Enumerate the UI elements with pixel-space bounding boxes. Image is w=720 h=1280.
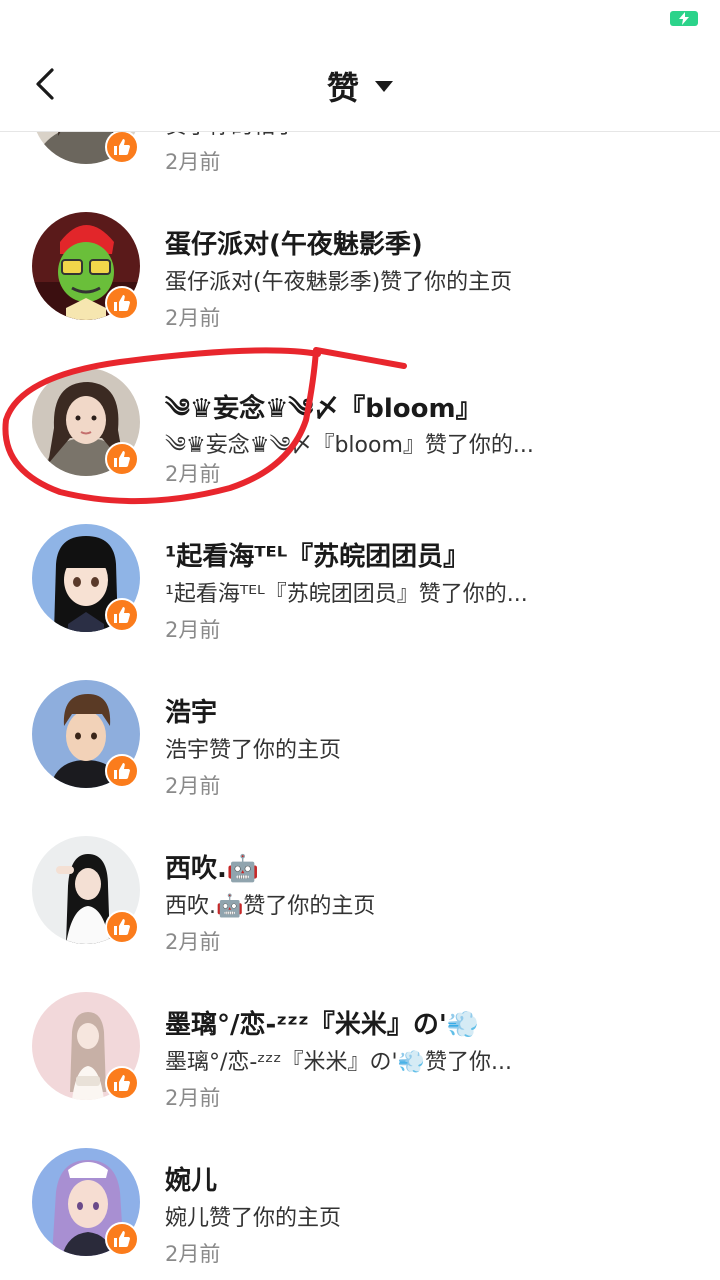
nav-bar: 赞 — [0, 40, 720, 132]
like-description: 西吹.🤖赞了你的主页 — [165, 894, 376, 919]
like-time: 2月前 — [165, 618, 221, 642]
list-item[interactable]: 蛋仔派对(午夜魅影季) 蛋仔派对(午夜魅影季)赞了你的主页 2月前 — [0, 184, 720, 340]
user-name: 浩宇 — [165, 698, 218, 728]
battery-charging-icon — [670, 11, 698, 26]
like-badge — [105, 754, 139, 788]
like-badge — [105, 910, 139, 944]
like-time: 2月前 — [165, 150, 221, 174]
thumbs-up-icon — [114, 1075, 130, 1091]
like-badge — [105, 132, 139, 164]
user-name: 婉儿 — [165, 1166, 218, 1196]
caret-down-icon — [375, 80, 393, 92]
thumbs-up-icon — [114, 607, 130, 623]
thumbs-up-icon — [114, 295, 130, 311]
status-bar — [0, 0, 720, 40]
like-badge — [105, 1066, 139, 1100]
list-item[interactable]: ༄♛妄念♛༄〆『bloom』 ༄♛妄念♛༄〆『bloom』赞了你的... 2月前 — [0, 340, 720, 496]
title-dropdown[interactable]: 赞 — [0, 40, 720, 132]
like-time: 2月前 — [165, 774, 221, 798]
like-description: 赞了你的相子 — [165, 132, 297, 140]
like-description: ¹起看海ᵀᴱᴸ『苏皖团团员』赞了你的... — [165, 582, 528, 607]
thumbs-up-icon — [114, 451, 130, 467]
like-description: 婉儿赞了你的主页 — [165, 1206, 342, 1231]
like-time: 2月前 — [165, 1242, 221, 1266]
like-description: 浩宇赞了你的主页 — [165, 738, 342, 763]
thumbs-up-icon — [114, 139, 130, 155]
list-item[interactable]: ¹起看海ᵀᴱᴸ『苏皖团团员』 ¹起看海ᵀᴱᴸ『苏皖团团员』赞了你的... 2月前 — [0, 496, 720, 652]
like-badge — [105, 286, 139, 320]
list-item[interactable]: 墨璃°/恋-ᶻᶻᶻ『米米』の'💨 墨璃°/恋-ᶻᶻᶻ『米米』の'💨赞了你... … — [0, 964, 720, 1120]
likes-list[interactable]: 赞了你的相子 2月前 蛋仔派对(午夜魅影季) — [0, 132, 720, 1280]
user-name: 蛋仔派对(午夜魅影季) — [165, 230, 423, 260]
user-name: 西吹.🤖 — [165, 854, 260, 884]
like-description: 蛋仔派对(午夜魅影季)赞了你的主页 — [165, 270, 513, 295]
thumbs-up-icon — [114, 919, 130, 935]
user-name: 墨璃°/恋-ᶻᶻᶻ『米米』の'💨 — [165, 1010, 480, 1040]
list-item[interactable]: 婉儿 婉儿赞了你的主页 2月前 — [0, 1120, 720, 1276]
like-time: 2月前 — [165, 1086, 221, 1110]
page-title: 赞 — [326, 69, 359, 107]
list-item[interactable]: 西吹.🤖 西吹.🤖赞了你的主页 2月前 — [0, 808, 720, 964]
like-description: 墨璃°/恋-ᶻᶻᶻ『米米』の'💨赞了你... — [165, 1050, 512, 1075]
thumbs-up-icon — [114, 763, 130, 779]
like-badge — [105, 598, 139, 632]
like-time: 2月前 — [165, 930, 221, 954]
like-time: 2月前 — [165, 462, 221, 486]
thumbs-up-icon — [114, 1231, 130, 1247]
like-time: 2月前 — [165, 306, 221, 330]
list-item[interactable]: 赞了你的相子 2月前 — [0, 132, 720, 184]
user-name: ¹起看海ᵀᴱᴸ『苏皖团团员』 — [165, 542, 470, 572]
like-badge — [105, 442, 139, 476]
list-item[interactable]: 浩宇 浩宇赞了你的主页 2月前 — [0, 652, 720, 808]
like-badge — [105, 1222, 139, 1256]
